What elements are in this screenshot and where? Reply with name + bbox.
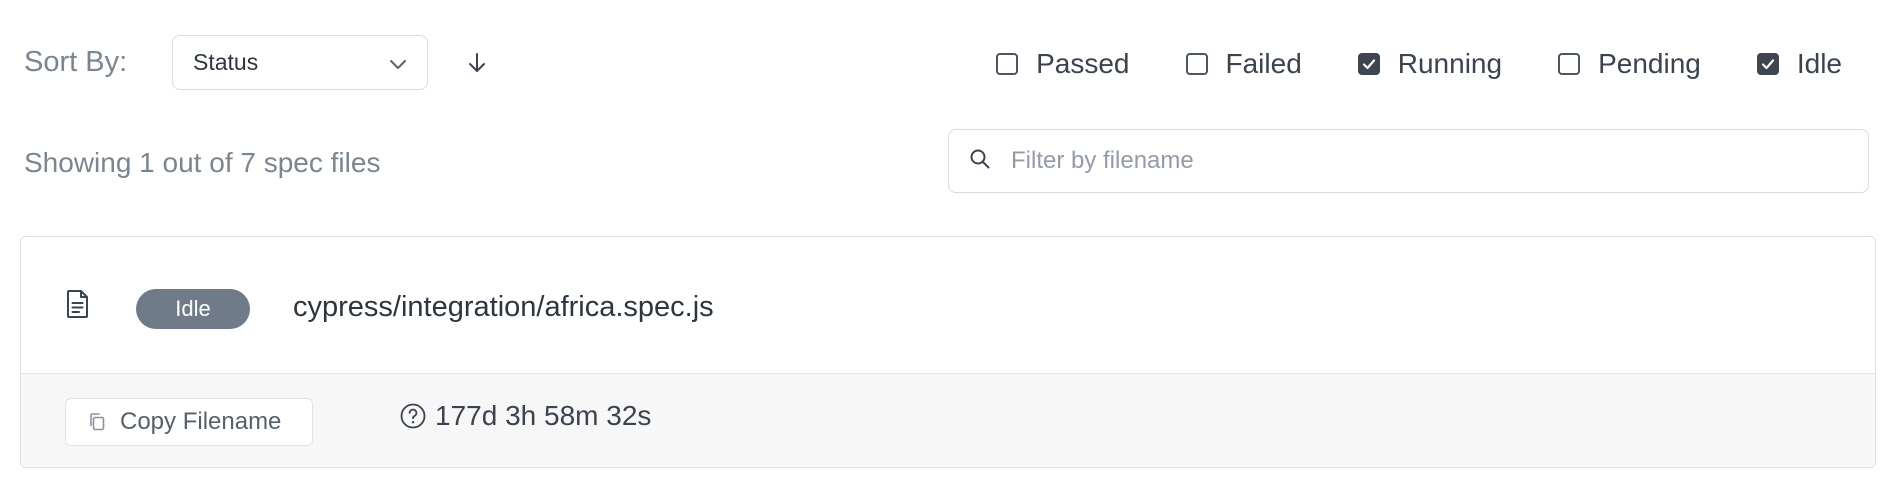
- filter-running-label: Running: [1397, 48, 1503, 79]
- checkbox-failed[interactable]: [1185, 53, 1208, 75]
- duration-value: 177d 3h 58m 32s: [435, 400, 652, 431]
- filter-passed-label: Passed: [1036, 48, 1130, 79]
- sort-direction-button[interactable]: [462, 48, 492, 78]
- chevron-down-icon: [389, 49, 407, 76]
- sort-select-value: Status: [193, 49, 259, 75]
- arrow-down-icon: [469, 53, 485, 72]
- filter-idle-label: Idle: [1796, 48, 1842, 79]
- sort-select[interactable]: Status: [172, 35, 428, 90]
- filename-search[interactable]: [948, 129, 1869, 193]
- sort-by-label: Sort By:: [24, 46, 128, 78]
- search-input[interactable]: [1009, 146, 1848, 176]
- checkmark-icon: [1362, 59, 1375, 70]
- copy-filename-label: Copy Filename: [120, 408, 282, 435]
- results-summary: Showing 1 out of 7 spec files: [24, 147, 381, 178]
- filter-running[interactable]: Running: [1357, 48, 1503, 80]
- spec-filename[interactable]: cypress/integration/africa.spec.js: [293, 291, 714, 324]
- filter-passed[interactable]: Passed: [996, 48, 1130, 80]
- filter-pending-label: Pending: [1598, 48, 1701, 79]
- checkbox-passed[interactable]: [996, 53, 1019, 75]
- file-text-icon: [67, 290, 88, 318]
- spec-card: Idle cypress/integration/africa.spec.js …: [20, 236, 1876, 468]
- spec-card-footer: Copy Filename 177d 3h 58m 32s: [21, 374, 1875, 467]
- checkmark-icon: [1761, 59, 1774, 70]
- spec-card-header[interactable]: Idle cypress/integration/africa.spec.js: [21, 237, 1875, 374]
- status-badge: Idle: [136, 289, 250, 329]
- checkbox-pending[interactable]: [1558, 53, 1581, 75]
- filter-idle[interactable]: Idle: [1756, 48, 1842, 80]
- copy-icon: [90, 413, 105, 431]
- filter-pending[interactable]: Pending: [1558, 48, 1701, 80]
- checkbox-idle[interactable]: [1756, 53, 1779, 75]
- question-circle-icon: [400, 403, 426, 429]
- filter-failed[interactable]: Failed: [1185, 48, 1302, 80]
- filter-failed-label: Failed: [1225, 48, 1302, 79]
- copy-filename-button[interactable]: Copy Filename: [65, 398, 313, 446]
- status-filters: Passed Failed Running Pending Idle: [996, 44, 1842, 84]
- checkbox-running[interactable]: [1357, 53, 1380, 75]
- run-duration: 177d 3h 58m 32s: [399, 400, 651, 432]
- search-icon: [969, 148, 991, 175]
